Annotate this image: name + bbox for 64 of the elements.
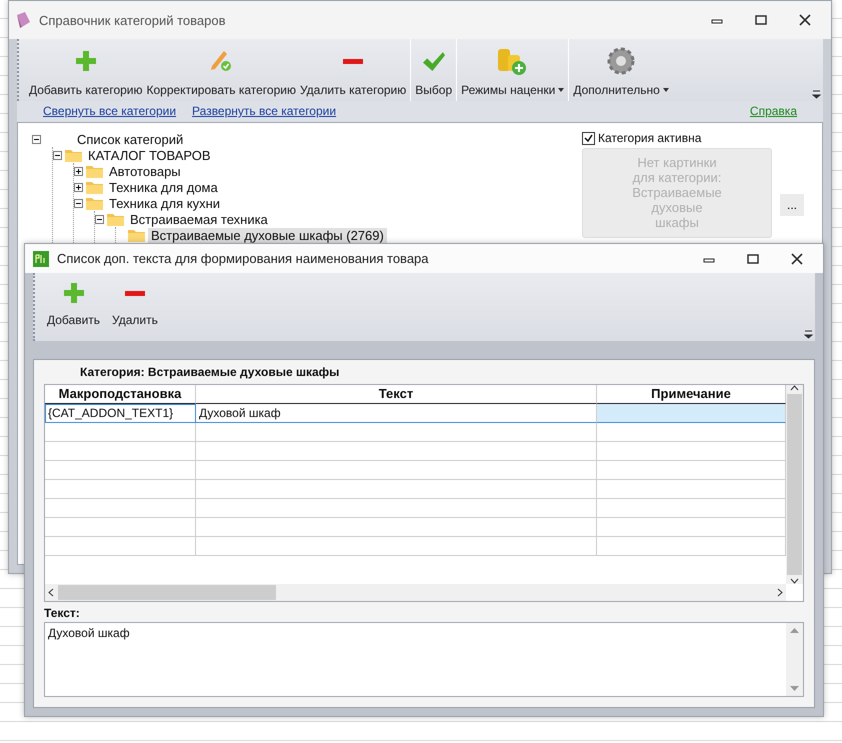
- minus-icon: [124, 290, 145, 296]
- tree-item[interactable]: Встраиваемая техника: [127, 212, 271, 226]
- folder-icon: [86, 164, 103, 178]
- dialog-title: Список доп. текста для формирования наименования товара: [57, 251, 430, 266]
- collapse-icon[interactable]: [74, 198, 83, 208]
- link[interactable]: Развернуть все категории: [192, 104, 336, 122]
- folder-icon: [128, 228, 145, 242]
- collapse-icon[interactable]: [53, 150, 62, 160]
- close-icon[interactable]: [791, 252, 803, 264]
- tree-item[interactable]: Автотовары: [106, 164, 184, 178]
- toolbar-button[interactable]: Добавить категорию: [27, 39, 144, 101]
- close-icon[interactable]: [799, 14, 811, 26]
- table-cell[interactable]: Духовой шкаф: [196, 404, 597, 423]
- folder-icon: [86, 180, 103, 194]
- book-icon: [17, 12, 31, 28]
- window-title: Справочник категорий товаров: [39, 12, 227, 28]
- tree-item[interactable]: Техника для дома: [106, 180, 221, 194]
- browse-button[interactable]: ...: [780, 194, 804, 216]
- toolbar-button[interactable]: Выбор: [413, 39, 454, 101]
- minus-icon: [343, 58, 364, 64]
- app-logo-icon: [33, 250, 49, 266]
- tree-item[interactable]: Встраиваемые духовые шкафы (2769): [148, 228, 387, 242]
- vertical-scrollbar[interactable]: [786, 385, 803, 584]
- scroll-left-icon[interactable]: [48, 588, 54, 597]
- folder-icon: [86, 196, 103, 210]
- expand-icon[interactable]: [74, 166, 83, 176]
- tree-item[interactable]: Список категорий: [74, 132, 186, 146]
- maximize-icon[interactable]: [755, 14, 767, 26]
- toolbar-button[interactable]: Удалить категорию: [298, 39, 408, 101]
- folder-icon: [107, 212, 124, 226]
- table-cell[interactable]: [597, 404, 786, 423]
- plus-icon: [64, 283, 84, 303]
- gear-icon: [607, 47, 636, 75]
- scroll-up-icon[interactable]: [790, 385, 799, 391]
- coins-icon: [498, 47, 528, 75]
- overflow-icon[interactable]: [812, 90, 821, 99]
- active-checkbox[interactable]: Категория активна: [582, 131, 822, 145]
- toolbar-button[interactable]: Дополнительно: [571, 39, 671, 101]
- toolbar-button[interactable]: Режимы наценки: [459, 39, 566, 101]
- checkmark-icon: [422, 51, 445, 71]
- plus-icon: [76, 51, 96, 71]
- caret-icon: [558, 88, 564, 92]
- tree-item[interactable]: Техника для кухни: [106, 196, 224, 210]
- text-label: Текст:: [44, 606, 81, 620]
- scroll-right-icon[interactable]: [777, 588, 783, 597]
- toolbar-button[interactable]: Корректировать категорию: [144, 39, 298, 101]
- toolbar-button[interactable]: Удалить: [106, 273, 164, 341]
- toolbar-button[interactable]: Добавить: [41, 273, 106, 341]
- tree-item[interactable]: КАТАЛОГ ТОВАРОВ: [85, 148, 214, 162]
- scroll-down-icon[interactable]: [790, 578, 799, 584]
- checkmark-icon: [584, 134, 593, 142]
- folder-icon: [65, 148, 82, 162]
- pencil-icon: [210, 50, 232, 72]
- category-label: Категория: Встраиваемые духовые шкафы: [80, 365, 340, 379]
- collapse-icon[interactable]: [32, 134, 41, 144]
- link[interactable]: Свернуть все категории: [43, 104, 176, 122]
- table-cell[interactable]: {CAT_ADDON_TEXT1}: [45, 404, 196, 423]
- caret-icon: [662, 88, 669, 92]
- collapse-icon[interactable]: [95, 214, 104, 224]
- overflow-icon[interactable]: [804, 330, 813, 339]
- maximize-icon[interactable]: [747, 252, 759, 264]
- horizontal-scrollbar[interactable]: [45, 584, 786, 601]
- text-area[interactable]: Духовой шкаф: [44, 622, 804, 697]
- expand-icon[interactable]: [74, 182, 83, 192]
